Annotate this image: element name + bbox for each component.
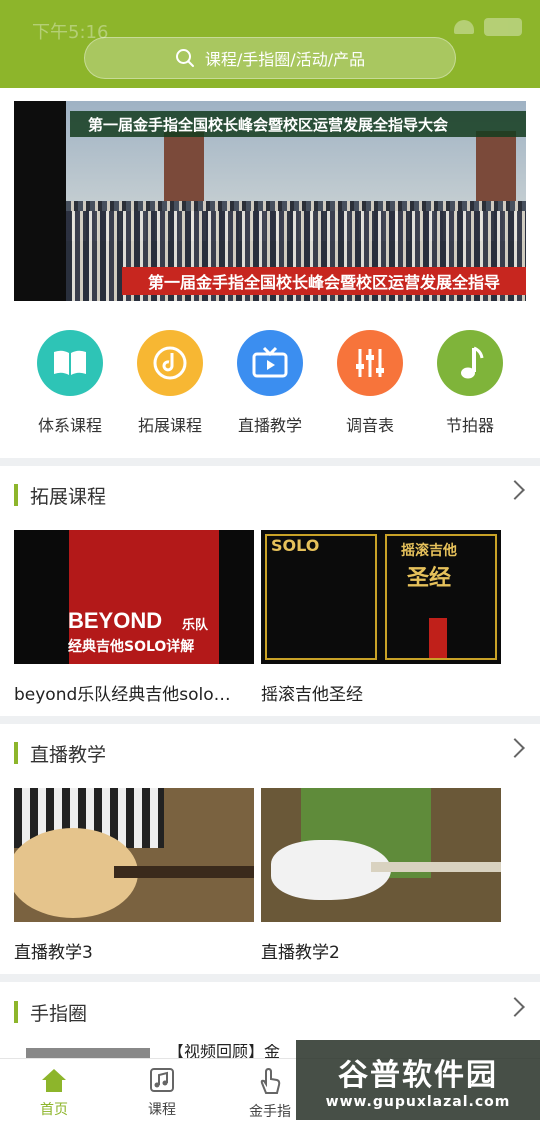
- quick-icon-row: 体系课程 拓展课程 直播教学 调音表 节拍器: [0, 330, 540, 440]
- banner-tower-left: [164, 131, 204, 211]
- search-bar[interactable]: 课程/手指圈/活动/产品: [84, 37, 456, 79]
- banner-left-strip: [14, 101, 66, 301]
- section-divider: [0, 974, 540, 982]
- section-header-extended[interactable]: 拓展课程: [14, 480, 526, 510]
- quick-icon-metronome[interactable]: 节拍器: [420, 330, 520, 436]
- thumb-subtitle: 经典吉他SOLO详解: [68, 639, 195, 655]
- nav-label: 首页: [40, 1102, 68, 1118]
- banner-top-title: 第一届金手指全国校长峰会暨校区运营发展全指导大会: [70, 111, 526, 137]
- hero-banner[interactable]: 第一届金手指全国校长峰会暨校区运营发展全指导大会 第一届金手指全国校长峰会暨校区…: [14, 101, 526, 301]
- app-header: 下午5:16 课程/手指圈/活动/产品: [0, 0, 540, 88]
- thumb-beyond: BEYOND: [68, 608, 163, 633]
- course-thumbnail: BEYOND 乐队 经典吉他SOLO详解: [14, 530, 254, 664]
- disc-icon: [137, 330, 203, 396]
- thumb-neck: [371, 862, 501, 872]
- quick-icon-label: 拓展课程: [137, 416, 202, 435]
- quick-icon-extended-course[interactable]: 拓展课程: [120, 330, 220, 436]
- music-note-icon: [437, 330, 503, 396]
- nav-home[interactable]: 首页: [0, 1067, 108, 1119]
- quick-icon-system-course[interactable]: 体系课程: [20, 330, 120, 436]
- search-placeholder: 课程/手指圈/活动/产品: [204, 50, 366, 69]
- chevron-right-icon[interactable]: [505, 997, 525, 1017]
- course-card[interactable]: SOLO 摇滚吉他 圣经 摇滚吉他圣经: [261, 530, 501, 705]
- quick-icon-label: 直播教学: [237, 416, 302, 435]
- thumb-rock: 摇滚吉他: [401, 543, 457, 559]
- thumb-guitar-neck: [114, 866, 254, 878]
- book-red-figure: [429, 618, 447, 658]
- circle-preview-text[interactable]: 【视频回顾】金: [168, 1044, 280, 1058]
- nav-course[interactable]: 课程: [108, 1067, 216, 1119]
- watermark-title: 谷普软件园: [338, 1058, 498, 1093]
- section-accent-bar: [14, 484, 18, 506]
- chevron-right-icon[interactable]: [505, 480, 525, 500]
- section-accent-bar: [14, 742, 18, 764]
- book-icon: [37, 330, 103, 396]
- section-title: 直播教学: [30, 743, 107, 766]
- thumb-band: 乐队: [182, 618, 209, 633]
- section-accent-bar: [14, 1001, 18, 1023]
- battery-icon: [484, 18, 522, 36]
- section-divider: [0, 458, 540, 466]
- section-title: 手指圈: [30, 1002, 88, 1025]
- live-card[interactable]: 直播教学3: [14, 788, 254, 963]
- live-thumbnail: [261, 788, 501, 922]
- thumb-bible: 圣经: [407, 566, 452, 591]
- course-card-title: beyond乐队经典吉他solo…: [14, 685, 231, 705]
- music-sheet-icon: [150, 1068, 174, 1092]
- course-thumbnail: SOLO 摇滚吉他 圣经: [261, 530, 501, 664]
- finger-tap-icon: [260, 1067, 281, 1094]
- quick-icon-tuner[interactable]: 调音表: [320, 330, 420, 436]
- course-card[interactable]: BEYOND 乐队 经典吉他SOLO详解 beyond乐队经典吉他solo…: [14, 530, 254, 705]
- thumb-solo: SOLO: [271, 536, 320, 555]
- tv-icon: [237, 330, 303, 396]
- quick-icon-live-teaching[interactable]: 直播教学: [220, 330, 320, 436]
- search-icon: [175, 49, 194, 67]
- live-card-title: 直播教学2: [261, 943, 340, 963]
- live-thumbnail: [14, 788, 254, 922]
- section-title: 拓展课程: [30, 485, 107, 508]
- quick-icon-label: 节拍器: [445, 416, 494, 435]
- chevron-right-icon[interactable]: [505, 738, 525, 758]
- home-icon: [42, 1069, 66, 1092]
- nav-label: 课程: [148, 1102, 176, 1118]
- circle-preview-thumb: [26, 1048, 150, 1058]
- banner-tower-right: [476, 131, 516, 211]
- status-icons: [454, 18, 522, 36]
- watermark-url: www.gupuxlazal.com: [325, 1094, 511, 1110]
- section-divider: [0, 716, 540, 724]
- live-card-title: 直播教学3: [14, 943, 93, 963]
- quick-icon-label: 调音表: [345, 416, 394, 435]
- section-header-live[interactable]: 直播教学: [14, 738, 526, 768]
- section-header-circle[interactable]: 手指圈: [14, 997, 526, 1027]
- live-card[interactable]: 直播教学2: [261, 788, 501, 963]
- site-watermark: 谷普软件园 www.gupuxlazal.com: [296, 1040, 540, 1120]
- equalizer-icon: [337, 330, 403, 396]
- banner-red-text: 第一届金手指全国校长峰会暨校区运营发展全指导: [122, 267, 526, 295]
- course-card-title: 摇滚吉他圣经: [261, 685, 363, 705]
- wifi-icon: [454, 20, 474, 34]
- nav-label: 金手指: [249, 1104, 291, 1120]
- quick-icon-label: 体系课程: [37, 416, 102, 435]
